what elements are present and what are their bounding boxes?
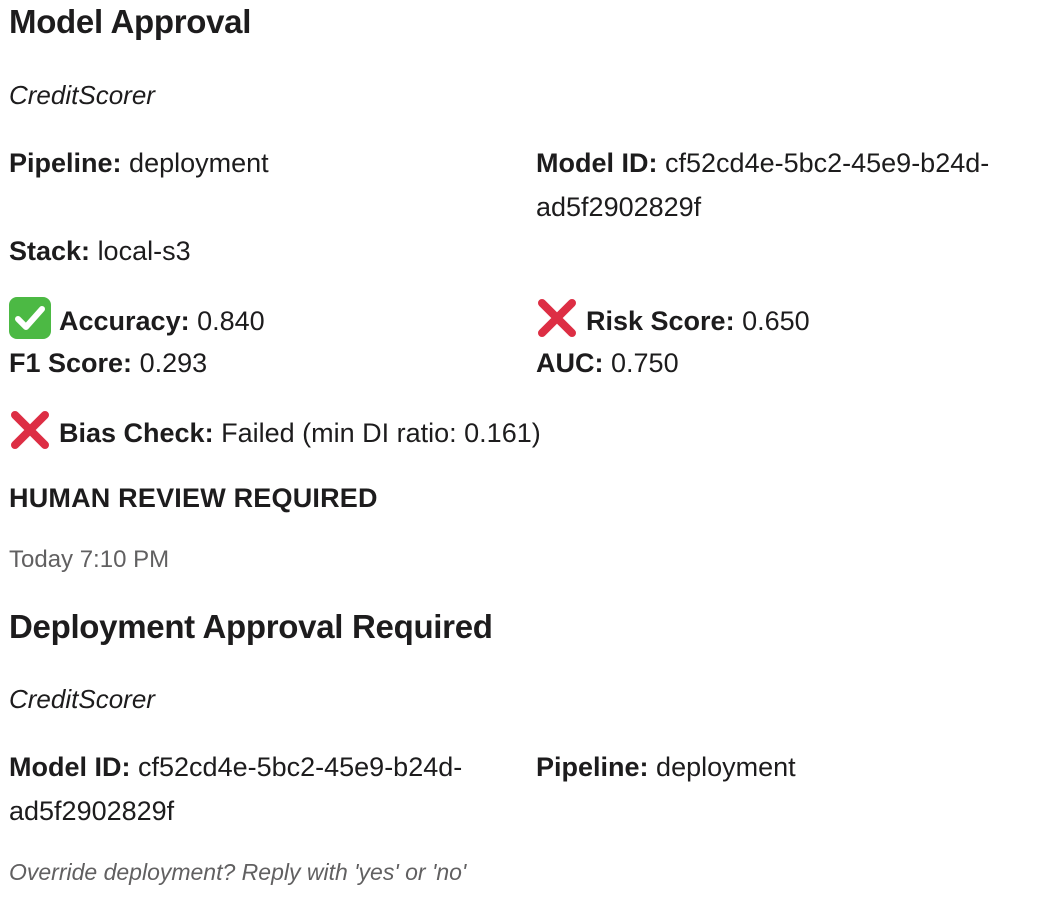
- accuracy-value: 0.840: [197, 306, 265, 336]
- model-id-field: Model ID: cf52cd4e-5bc2-45e9-b24d-ad5f29…: [9, 745, 479, 833]
- model-id-label: Model ID:: [536, 148, 658, 178]
- auc-value: 0.750: [611, 348, 679, 378]
- stack-value: local-s3: [97, 236, 191, 266]
- stack-label: Stack:: [9, 236, 91, 266]
- model-id-label: Model ID:: [9, 752, 131, 782]
- pipeline-label: Pipeline:: [536, 752, 649, 782]
- cross-mark-icon: [536, 297, 578, 339]
- model-name: CreditScorer: [9, 80, 155, 110]
- pipeline-value: deployment: [129, 148, 269, 178]
- risk-score-field: Risk Score: 0.650: [536, 297, 810, 343]
- message-timestamp[interactable]: Today 7:10 PM: [9, 546, 169, 574]
- accuracy-label: Accuracy:: [59, 306, 190, 336]
- model-id-field: Model ID: cf52cd4e-5bc2-45e9-b24d-ad5f29…: [536, 141, 1006, 229]
- pipeline-field: Pipeline: deployment: [536, 745, 796, 789]
- deployment-approval-title: Deployment Approval Required: [9, 608, 493, 645]
- auc-label: AUC:: [536, 348, 604, 378]
- stack-field: Stack: local-s3: [9, 229, 191, 273]
- f1-score-field: F1 Score: 0.293: [9, 341, 207, 385]
- f1-score-label: F1 Score:: [9, 348, 133, 378]
- check-mark-button-icon: [9, 297, 51, 339]
- pipeline-value: deployment: [656, 752, 796, 782]
- bias-check-label: Bias Check:: [59, 418, 214, 448]
- model-name: CreditScorer: [9, 684, 155, 714]
- human-review-required: HUMAN REVIEW REQUIRED: [9, 483, 378, 513]
- bias-check-field: Bias Check: Failed (min DI ratio: 0.161): [9, 409, 541, 455]
- model-approval-title: Model Approval: [9, 3, 252, 40]
- auc-field: AUC: 0.750: [536, 341, 679, 385]
- cross-mark-icon: [9, 409, 51, 451]
- pipeline-field: Pipeline: deployment: [9, 141, 269, 185]
- risk-score-value: 0.650: [742, 306, 810, 336]
- f1-score-value: 0.293: [139, 348, 208, 378]
- override-prompt: Override deployment? Reply with 'yes' or…: [9, 859, 467, 885]
- accuracy-field: Accuracy: 0.840: [9, 297, 265, 343]
- bias-check-value: Failed (min DI ratio: 0.161): [221, 418, 541, 448]
- pipeline-label: Pipeline:: [9, 148, 122, 178]
- risk-score-label: Risk Score:: [586, 306, 735, 336]
